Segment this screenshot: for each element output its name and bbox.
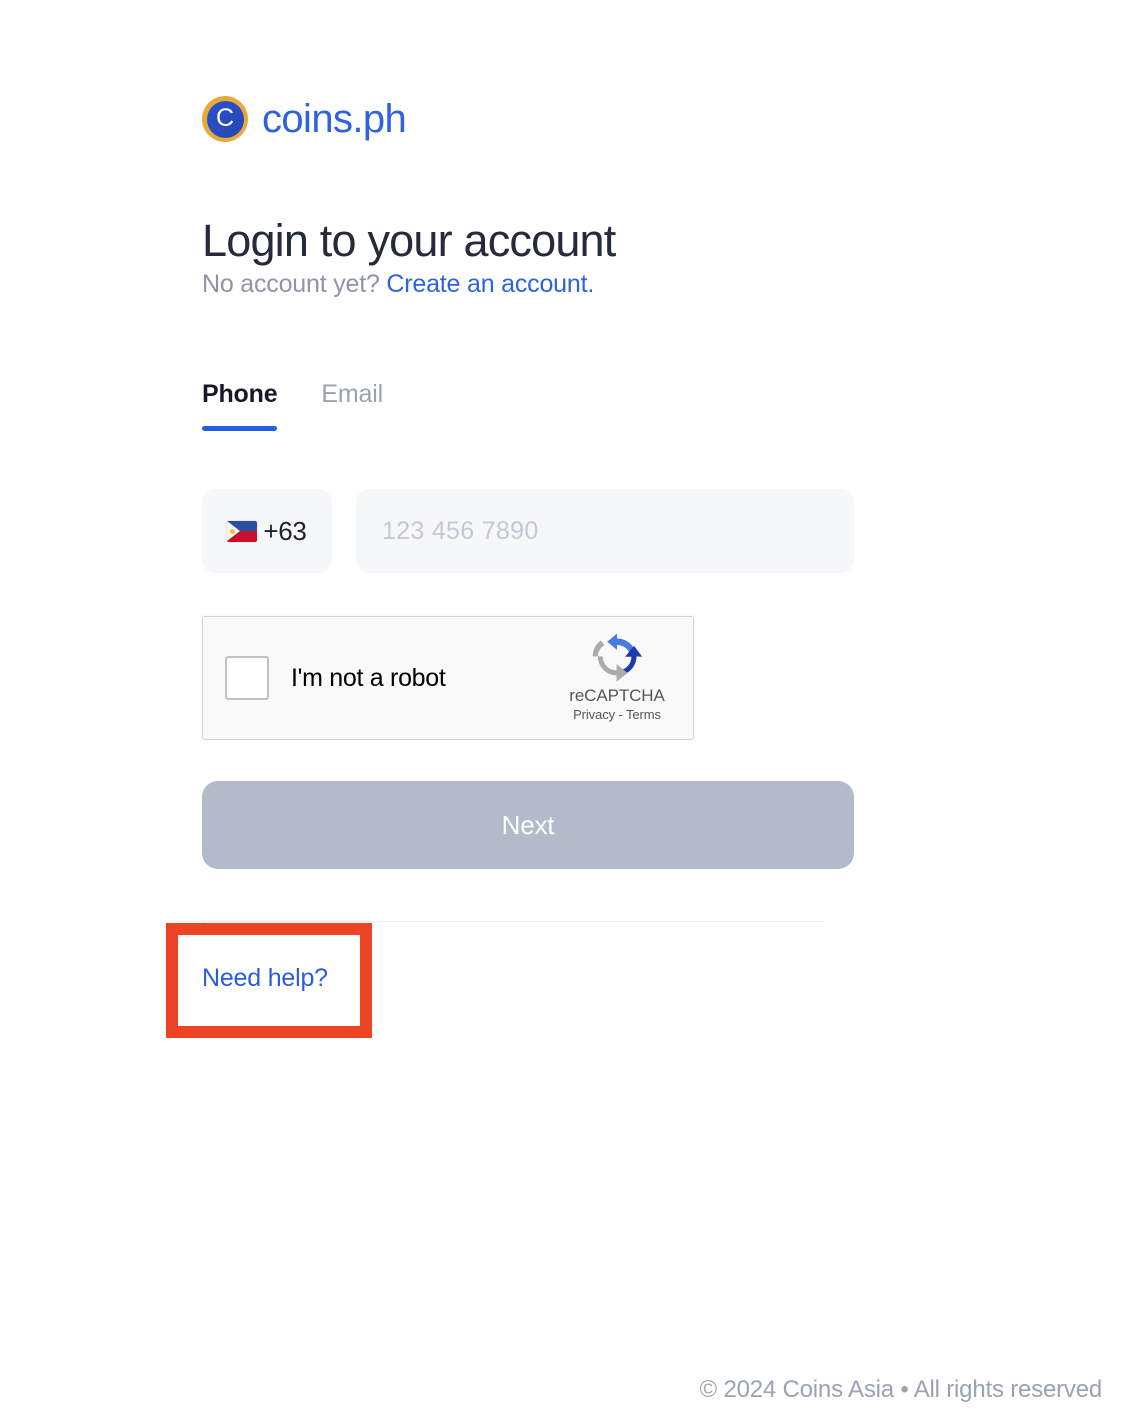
recaptcha-terms-link[interactable]: Terms (626, 707, 661, 722)
section-divider (202, 921, 823, 922)
recaptcha-legal-links: Privacy - Terms (573, 707, 661, 724)
next-button[interactable]: Next (202, 781, 854, 869)
philippines-flag-icon (227, 520, 258, 542)
dial-code-label: +63 (263, 515, 307, 546)
recaptcha-label: I'm not a robot (291, 663, 446, 692)
phone-input-row: +63 (202, 489, 854, 573)
phone-number-input[interactable] (356, 489, 854, 573)
recaptcha-privacy-link[interactable]: Privacy (573, 707, 615, 722)
tab-email[interactable]: Email (321, 380, 383, 431)
recaptcha-checkbox[interactable] (225, 656, 269, 700)
signup-prompt: No account yet? Create an account. (202, 270, 594, 299)
country-code-selector[interactable]: +63 (202, 489, 332, 573)
need-help-link[interactable]: Need help? (202, 964, 328, 993)
signup-prompt-text: No account yet? (202, 270, 380, 298)
recaptcha-branding: reCAPTCHA Privacy - Terms (551, 632, 693, 724)
tab-phone[interactable]: Phone (202, 380, 278, 431)
brand-logo: C coins.ph (202, 96, 407, 142)
login-method-tabs: Phone Email (202, 380, 383, 431)
create-account-link[interactable]: Create an account. (386, 270, 594, 298)
recaptcha-logo-icon (592, 633, 643, 682)
recaptcha-check-area[interactable]: I'm not a robot (203, 656, 551, 700)
page-title: Login to your account (202, 215, 616, 267)
recaptcha-brand-name: reCAPTCHA (569, 685, 665, 705)
recaptcha-widget[interactable]: I'm not a robot reCAPTCHA Privacy - Term… (202, 616, 694, 740)
brand-name: coins.ph (262, 97, 407, 141)
login-page: C coins.ph Login to your account No acco… (0, 0, 1134, 1427)
recaptcha-legal-separator: - (618, 707, 623, 723)
footer-copyright: © 2024 Coins Asia • All rights reserved (699, 1376, 1103, 1403)
logo-letter: C (206, 100, 244, 138)
coins-ph-logo-icon: C (202, 96, 248, 142)
